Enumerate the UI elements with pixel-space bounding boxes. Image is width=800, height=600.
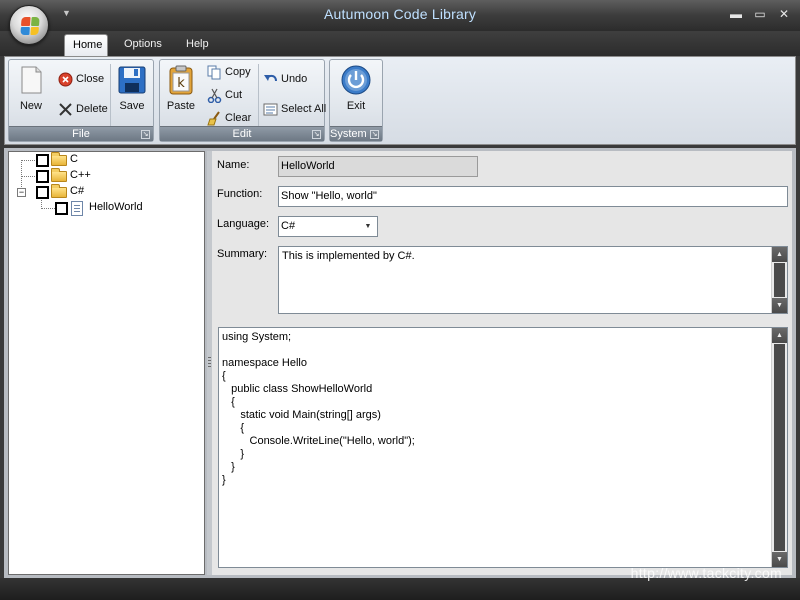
- copy-button[interactable]: Copy: [206, 63, 251, 81]
- language-label: Language:: [217, 218, 269, 230]
- cut-button-label: Cut: [225, 89, 243, 101]
- node-checkbox[interactable]: [36, 170, 49, 183]
- name-field[interactable]: HelloWorld: [278, 156, 478, 177]
- tab-options[interactable]: Options: [116, 34, 170, 56]
- clear-button[interactable]: Clear: [206, 109, 251, 127]
- file-group-launcher-icon[interactable]: ↘: [141, 130, 150, 139]
- tree-node-csharp[interactable]: − C#: [9, 184, 199, 200]
- system-group: Exit System ↘: [329, 59, 383, 142]
- select-all-button-label: Select All: [281, 103, 327, 115]
- node-label: HelloWorld: [89, 201, 143, 213]
- tab-help[interactable]: Help: [178, 34, 217, 56]
- maximize-icon[interactable]: ▭: [752, 7, 768, 21]
- ribbon-tab-strip: Home Options Help: [0, 31, 800, 56]
- tree-node-helloworld[interactable]: HelloWorld: [9, 200, 199, 216]
- select-all-button[interactable]: Select All: [262, 100, 326, 118]
- node-checkbox[interactable]: [36, 154, 49, 167]
- save-button-label: Save: [119, 100, 145, 112]
- clear-button-label: Clear: [225, 112, 252, 124]
- edit-group-launcher-icon[interactable]: ↘: [312, 130, 321, 139]
- node-checkbox[interactable]: [55, 202, 68, 215]
- folder-icon: [51, 184, 67, 198]
- floppy-disk-icon: [116, 64, 148, 96]
- folder-icon: [51, 152, 67, 166]
- summary-label: Summary:: [217, 248, 268, 260]
- paste-clipboard-icon: k: [165, 64, 197, 96]
- status-bar: [0, 578, 800, 600]
- node-label: C++: [70, 169, 91, 181]
- function-label: Function:: [217, 188, 263, 200]
- delete-button-label: Delete: [76, 103, 108, 115]
- save-button[interactable]: Save: [115, 64, 149, 112]
- scroll-down-icon[interactable]: ▼: [772, 298, 787, 313]
- node-checkbox[interactable]: [36, 186, 49, 199]
- close-window-icon[interactable]: ✕: [776, 7, 792, 21]
- paste-button-label: Paste: [166, 100, 196, 112]
- select-all-icon: [263, 102, 278, 117]
- language-select[interactable]: C# ▼: [278, 216, 378, 237]
- code-tree: C C++ − C# HelloWorld: [8, 151, 205, 575]
- copy-button-label: Copy: [225, 66, 251, 78]
- summary-text: This is implemented by C#.: [282, 250, 415, 262]
- code-scrollbar[interactable]: ▲ ▼: [771, 328, 787, 567]
- name-label: Name:: [217, 159, 250, 171]
- close-button[interactable]: Close: [57, 70, 104, 88]
- broom-icon: [207, 111, 222, 126]
- edit-group-caption: Edit: [160, 126, 324, 141]
- new-button[interactable]: New: [12, 64, 50, 112]
- scroll-thumb[interactable]: [774, 344, 785, 551]
- tree-node-cpp[interactable]: C++: [9, 168, 199, 184]
- node-label: C#: [70, 185, 85, 197]
- undo-button[interactable]: Undo: [262, 70, 307, 88]
- application-menu-button[interactable]: [9, 5, 49, 45]
- new-document-icon: [15, 64, 47, 96]
- new-button-label: New: [19, 100, 42, 112]
- detail-panel: Name: HelloWorld Function: Show "Hello, …: [212, 151, 792, 575]
- folder-icon: [51, 168, 67, 182]
- language-select-value: C#: [281, 220, 296, 232]
- file-group: New Close Delete Save File ↘: [8, 59, 154, 142]
- exit-button[interactable]: Exit: [336, 64, 376, 112]
- summary-textarea[interactable]: This is implemented by C#. ▲ ▼: [278, 246, 788, 314]
- copy-icon: [207, 65, 222, 80]
- summary-scrollbar[interactable]: ▲ ▼: [771, 247, 787, 313]
- windows-logo-icon: [20, 17, 40, 35]
- tab-home[interactable]: Home: [64, 34, 108, 56]
- scissors-icon: [207, 88, 222, 104]
- watermark-text: http://www.tackcity.com: [630, 565, 782, 581]
- scroll-up-icon[interactable]: ▲: [772, 328, 787, 343]
- scroll-thumb[interactable]: [774, 263, 785, 297]
- exit-button-label: Exit: [346, 100, 366, 112]
- tree-node-c[interactable]: C: [9, 152, 199, 168]
- window-title: Autumoon Code Library: [323, 6, 477, 22]
- document-icon: [71, 201, 83, 216]
- delete-x-icon: [58, 102, 73, 117]
- paste-button[interactable]: k Paste: [162, 64, 200, 112]
- dropdown-arrow-icon[interactable]: ▼: [361, 219, 375, 234]
- title-bar: ▼ Autumoon Code Library ▬ ▭ ✕: [0, 0, 800, 31]
- code-editor[interactable]: using System; namespace Hello { public c…: [218, 327, 788, 568]
- cut-button[interactable]: Cut: [206, 86, 242, 104]
- function-field[interactable]: Show "Hello, world": [278, 186, 788, 207]
- svg-text:k: k: [177, 76, 185, 91]
- node-label: C: [70, 153, 78, 165]
- undo-arrow-icon: [263, 72, 278, 87]
- delete-button[interactable]: Delete: [57, 100, 108, 118]
- ribbon: New Close Delete Save File ↘ k Paste Cop…: [4, 56, 796, 145]
- file-group-caption: File: [9, 126, 153, 141]
- main-area: C C++ − C# HelloWorld Name: HelloWorld F…: [4, 148, 796, 578]
- splitter-grip-icon: [208, 357, 211, 369]
- edit-group: k Paste Copy Cut Clear Undo Select All E…: [159, 59, 326, 142]
- undo-button-label: Undo: [281, 73, 308, 85]
- system-group-launcher-icon[interactable]: ↘: [370, 130, 379, 139]
- scroll-up-icon[interactable]: ▲: [772, 247, 787, 262]
- collapse-minus-icon[interactable]: −: [17, 188, 26, 197]
- minimize-icon[interactable]: ▬: [728, 7, 744, 21]
- edit-separator: [258, 64, 259, 126]
- close-circle-icon: [58, 72, 73, 87]
- file-separator: [110, 64, 111, 126]
- code-text: using System; namespace Hello { public c…: [222, 331, 415, 486]
- power-icon: [340, 64, 372, 96]
- close-button-label: Close: [76, 73, 105, 85]
